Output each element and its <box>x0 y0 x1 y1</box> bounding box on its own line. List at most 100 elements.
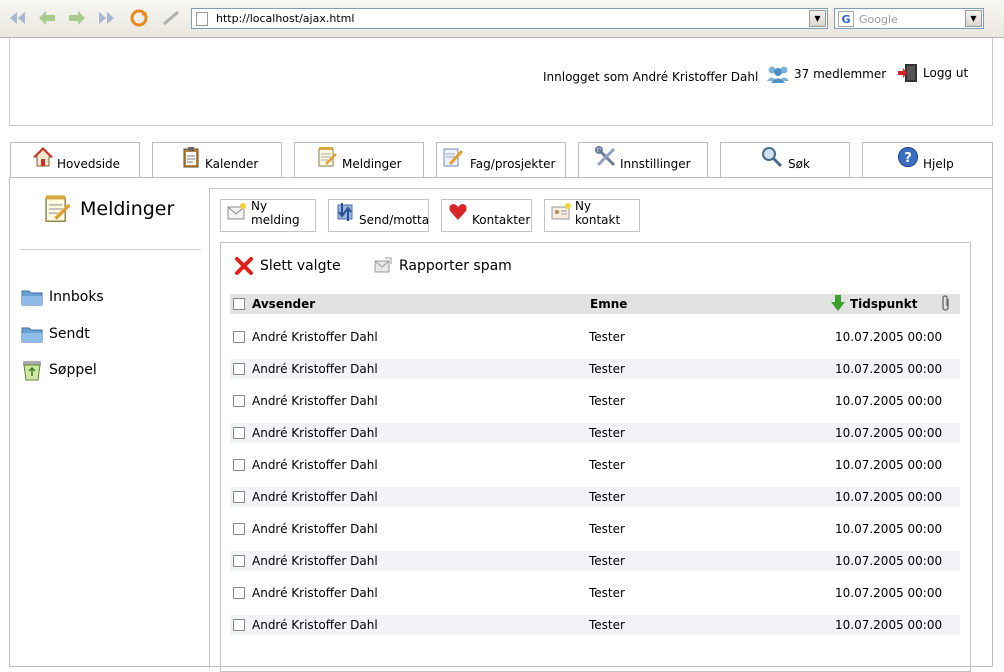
table-row[interactable]: André Kristoffer Dahl Tester 10.07.2005 00… <box>230 455 960 475</box>
contacts-label: Kontakter <box>472 213 531 227</box>
delete-selected-button[interactable]: Slett valgte <box>234 256 341 276</box>
tab-kalender[interactable]: Kalender <box>152 142 282 177</box>
tab-sok[interactable]: Søk <box>720 142 850 177</box>
table-row[interactable]: André Kristoffer Dahl Tester 10.07.2005 00… <box>230 423 960 443</box>
row-checkbox[interactable] <box>233 363 245 375</box>
row-time: 10.07.2005 00:00 <box>835 586 943 600</box>
row-subject: Tester <box>589 426 625 440</box>
row-checkbox[interactable] <box>233 395 245 407</box>
notepad-icon <box>45 195 71 222</box>
row-checkbox[interactable] <box>233 555 245 567</box>
chevron-down-icon[interactable]: ▼ <box>965 10 982 27</box>
search-box[interactable]: G Google ▼ <box>834 8 984 29</box>
tab-label: Fag/prosjekter <box>470 157 556 171</box>
sort-down-arrow-icon[interactable] <box>830 294 846 312</box>
address-bar[interactable]: http://localhost/ajax.html ▼ <box>191 8 828 29</box>
site-header: Innlogget som André Kristoffer Dahl 37 m… <box>9 38 993 126</box>
sidebar-item-soppel[interactable]: Søppel <box>21 359 97 381</box>
row-checkbox[interactable] <box>233 587 245 599</box>
reload-icon[interactable] <box>128 8 150 28</box>
table-row[interactable]: André Kristoffer Dahl Tester 10.07.2005 00… <box>230 615 960 635</box>
google-icon[interactable]: G <box>838 11 854 27</box>
row-subject: Tester <box>589 618 625 632</box>
tab-hovedside[interactable]: Hovedside <box>10 142 140 177</box>
row-subject: Tester <box>589 586 625 600</box>
row-sender: André Kristoffer Dahl <box>252 330 378 344</box>
svg-text:?: ? <box>904 151 912 166</box>
heart-icon <box>449 204 467 220</box>
row-sender: André Kristoffer Dahl <box>252 554 378 568</box>
row-subject: Tester <box>589 554 625 568</box>
row-subject: Tester <box>589 522 625 536</box>
row-sender: André Kristoffer Dahl <box>252 586 378 600</box>
house-icon <box>32 147 54 167</box>
column-header-subject[interactable]: Emne <box>590 297 627 311</box>
sidebar-item-sendt[interactable]: Sendt <box>21 325 90 343</box>
folder-icon <box>21 327 43 343</box>
new-contact-label: Ny kontakt <box>575 199 621 227</box>
row-checkbox[interactable] <box>233 491 245 503</box>
notepad-icon <box>318 147 337 167</box>
row-sender: André Kristoffer Dahl <box>252 618 378 632</box>
contact-card-icon <box>551 203 571 220</box>
row-checkbox[interactable] <box>233 523 245 535</box>
table-row[interactable]: André Kristoffer Dahl Tester 10.07.2005 00… <box>230 359 960 379</box>
tab-label: Kalender <box>205 157 259 171</box>
clipboard-icon <box>183 147 199 168</box>
new-contact-button[interactable]: Ny kontakt <box>544 199 640 232</box>
tab-fag-prosjekter[interactable]: Fag/prosjekter <box>436 142 566 177</box>
report-spam-label: Rapporter spam <box>399 258 512 274</box>
fast-forward-icon[interactable] <box>96 8 118 28</box>
row-sender: André Kristoffer Dahl <box>252 458 378 472</box>
row-sender: André Kristoffer Dahl <box>252 490 378 504</box>
report-spam-button[interactable]: Rapporter spam <box>373 256 512 276</box>
tab-hjelp[interactable]: ? Hjelp <box>862 142 993 177</box>
column-header-sender[interactable]: Avsender <box>252 297 315 311</box>
row-sender: André Kristoffer Dahl <box>252 522 378 536</box>
chevron-down-icon[interactable]: ▼ <box>809 10 826 27</box>
row-checkbox[interactable] <box>233 619 245 631</box>
tab-meldinger[interactable]: Meldinger <box>294 142 424 177</box>
column-header-time[interactable]: Tidspunkt <box>850 297 917 311</box>
row-subject: Tester <box>589 490 625 504</box>
forward-arrow-icon[interactable] <box>66 8 88 28</box>
delete-selected-label: Slett valgte <box>260 258 341 274</box>
back-arrow-icon[interactable] <box>36 8 58 28</box>
sidebar-title-text: Meldinger <box>80 198 175 220</box>
help-icon: ? <box>898 147 918 167</box>
logout-link[interactable]: Logg ut <box>897 62 968 84</box>
table-row[interactable]: André Kristoffer Dahl Tester 10.07.2005 00… <box>230 551 960 571</box>
magnifier-icon <box>762 147 783 168</box>
sidebar-item-label: Innboks <box>49 289 104 305</box>
members-link[interactable]: 37 medlemmer <box>766 64 886 84</box>
table-row[interactable]: André Kristoffer Dahl Tester 10.07.2005 00… <box>230 519 960 539</box>
select-all-checkbox[interactable] <box>233 298 245 310</box>
row-time: 10.07.2005 00:00 <box>835 618 943 632</box>
row-time: 10.07.2005 00:00 <box>835 330 943 344</box>
sidebar-divider <box>20 249 201 250</box>
sidebar-title: Meldinger <box>42 194 174 224</box>
sidebar-item-innboks[interactable]: Innboks <box>21 288 104 306</box>
table-row[interactable]: André Kristoffer Dahl Tester 10.07.2005 00… <box>230 327 960 347</box>
row-time: 10.07.2005 00:00 <box>835 458 943 472</box>
new-message-button[interactable]: Ny melding <box>220 199 316 232</box>
row-checkbox[interactable] <box>233 459 245 471</box>
table-row[interactable]: André Kristoffer Dahl Tester 10.07.2005 00… <box>230 487 960 507</box>
members-icon <box>767 66 789 83</box>
red-x-icon <box>235 257 253 275</box>
table-row[interactable]: André Kristoffer Dahl Tester 10.07.2005 00… <box>230 391 960 411</box>
stop-icon[interactable] <box>160 8 182 28</box>
table-row[interactable]: André Kristoffer Dahl Tester 10.07.2005 00… <box>230 583 960 603</box>
send-receive-button[interactable]: Send/motta <box>328 199 429 232</box>
rewind-icon[interactable] <box>6 8 28 28</box>
row-subject: Tester <box>589 394 625 408</box>
row-time: 10.07.2005 00:00 <box>835 522 943 536</box>
recycle-bin-icon <box>23 361 41 381</box>
logout-text: Logg ut <box>923 66 969 80</box>
row-checkbox[interactable] <box>233 427 245 439</box>
tab-innstillinger[interactable]: Innstillinger <box>578 142 708 177</box>
tools-icon <box>595 146 616 167</box>
contacts-button[interactable]: Kontakter <box>441 199 532 232</box>
row-checkbox[interactable] <box>233 331 245 343</box>
row-sender: André Kristoffer Dahl <box>252 394 378 408</box>
